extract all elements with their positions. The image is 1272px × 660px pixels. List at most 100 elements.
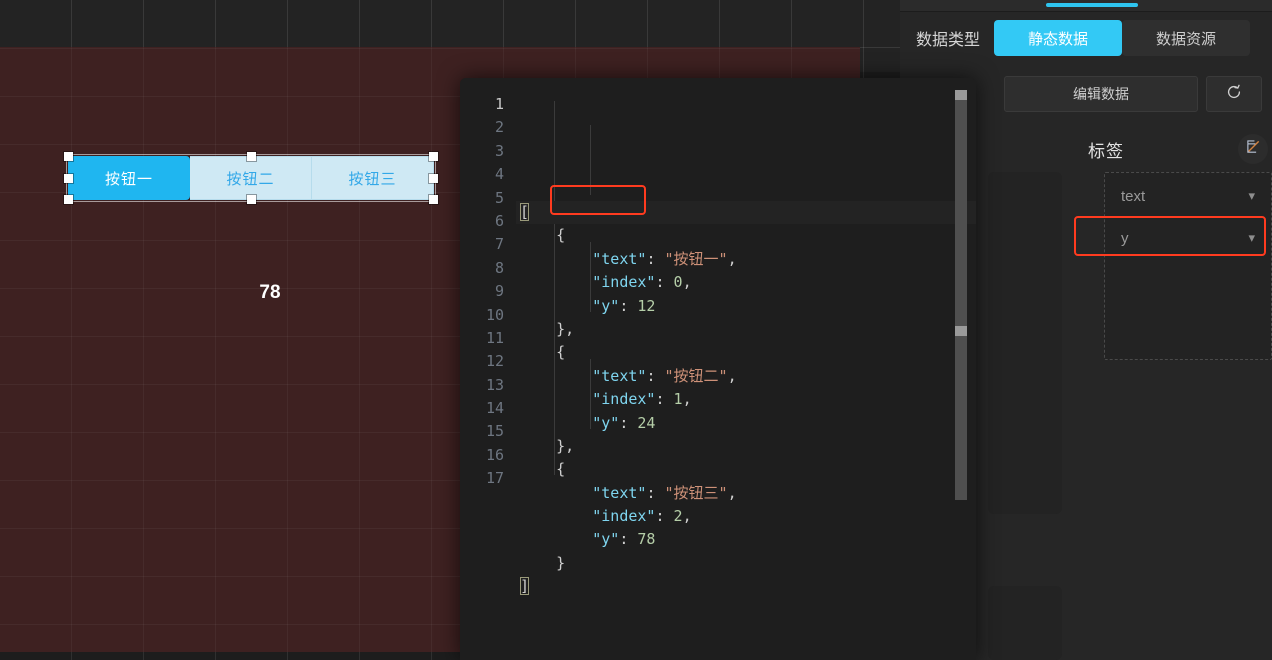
code-token: "按钮三" [664, 483, 728, 502]
button-group-selection[interactable]: 按钮一 按钮二 按钮三 [64, 152, 438, 204]
line-number: 7 [494, 235, 504, 254]
code-line[interactable]: ] [516, 575, 976, 598]
json-code-editor-modal[interactable]: 1 2 3 4 5 6 7 8 9 10 11 12 13 14 15 16 17 [ { "text": "按… [460, 78, 976, 660]
code-token: "y" [592, 413, 620, 432]
segment-button-2[interactable]: 按钮二 [190, 156, 312, 200]
chevron-down-icon: ▾ [1248, 188, 1255, 203]
panel-card-upper [988, 172, 1062, 514]
scroll-marker [955, 326, 967, 336]
code-token: "y" [592, 530, 620, 549]
code-token: "index" [592, 390, 656, 409]
panel-card-lower [988, 586, 1062, 660]
edit-data-button[interactable]: 编辑数据 [1004, 76, 1198, 112]
chevron-down-icon: ▾ [1248, 230, 1255, 245]
code-line[interactable]: "index": 0, [516, 271, 976, 294]
label-section-title: 标签 [1088, 141, 1124, 161]
editor-code-area[interactable]: [ { "text": "按钮一", "index": 0, "y": 12 }… [516, 78, 976, 660]
resize-handle-top-right[interactable] [429, 152, 438, 161]
code-line[interactable]: { [516, 224, 976, 247]
code-token: , [682, 273, 692, 292]
line-number: 13 [485, 375, 504, 394]
resize-handle-bottom-right[interactable] [429, 195, 438, 204]
field-select-y[interactable]: y ▾ [1109, 219, 1267, 257]
code-line[interactable]: "text": "按钮二", [516, 365, 976, 388]
refresh-button[interactable] [1206, 76, 1262, 112]
resize-handle-middle-left[interactable] [64, 174, 73, 183]
refresh-icon [1225, 83, 1243, 106]
code-token: : [646, 249, 665, 268]
edit-pencil-icon [1246, 139, 1261, 159]
code-token: "按钮二" [664, 366, 728, 385]
code-line[interactable]: "y": 24 [516, 412, 976, 435]
code-line[interactable]: } [516, 552, 976, 575]
code-token: : [646, 483, 665, 502]
line-number: 3 [494, 141, 504, 160]
code-token: : [655, 390, 674, 409]
resize-handle-middle-right[interactable] [429, 174, 438, 183]
line-number: 6 [494, 211, 504, 230]
line-number: 2 [494, 118, 504, 137]
code-token: , [727, 249, 737, 268]
label-field-section: 标签 text ▾ y ▾ [1074, 130, 1272, 362]
code-token: }, [520, 319, 575, 338]
code-token: : [619, 296, 638, 315]
editor-scrollbar-thumb[interactable] [955, 90, 967, 500]
code-line[interactable]: "y": 78 [516, 528, 976, 551]
resize-handle-bottom-left[interactable] [64, 195, 73, 204]
code-token: 2 [673, 507, 683, 526]
code-line[interactable]: [ [516, 201, 976, 225]
code-line[interactable]: "y": 12 [516, 295, 976, 318]
panel-tabbar [900, 0, 1272, 12]
data-type-label: 数据类型 [916, 32, 981, 49]
line-number: 10 [485, 305, 504, 324]
resize-handle-top-left[interactable] [64, 152, 73, 161]
line-number: 1 [494, 95, 504, 113]
code-token: "按钮一" [664, 249, 728, 268]
code-token: , [727, 483, 737, 502]
tab-static-data[interactable]: 静态数据 [994, 20, 1123, 56]
code-token: }, [520, 436, 575, 455]
code-token: , [682, 507, 692, 526]
code-line[interactable]: { [516, 341, 976, 364]
segment-button-3[interactable]: 按钮三 [312, 156, 434, 200]
code-token: [ [520, 203, 530, 221]
label-section-header: 标签 [1086, 130, 1272, 168]
code-line[interactable]: "index": 1, [516, 388, 976, 411]
editor-line-number-gutter: 1 2 3 4 5 6 7 8 9 10 11 12 13 14 15 16 17 [460, 78, 516, 660]
field-select-text[interactable]: text ▾ [1109, 177, 1267, 215]
code-line[interactable]: "index": 2, [516, 505, 976, 528]
field-select-y-value: y [1121, 229, 1129, 247]
edit-fields-button[interactable] [1238, 134, 1268, 164]
segment-button-1[interactable]: 按钮一 [68, 156, 190, 200]
code-line[interactable]: "text": "按钮一", [516, 248, 976, 271]
code-token: } [520, 553, 566, 572]
segmented-button-group[interactable]: 按钮一 按钮二 按钮三 [64, 152, 438, 204]
code-line[interactable]: }, [516, 435, 976, 458]
tab-data-resource[interactable]: 数据资源 [1122, 20, 1251, 56]
code-token: 78 [637, 530, 656, 549]
data-type-pill-group[interactable]: 静态数据 数据资源 [994, 20, 1251, 56]
code-token: : [619, 530, 638, 549]
code-token: "y" [592, 296, 620, 315]
code-line[interactable]: { [516, 458, 976, 481]
line-number: 17 [485, 469, 504, 488]
resize-handle-top-middle[interactable] [247, 152, 256, 161]
line-number: 16 [485, 445, 504, 464]
code-line[interactable]: "text": "按钮三", [516, 482, 976, 505]
active-tab-indicator [1046, 3, 1138, 7]
code-token: , [682, 390, 692, 409]
code-token: "text" [592, 483, 647, 502]
code-token: "index" [592, 273, 656, 292]
code-token: { [520, 460, 566, 479]
label-field-dropzone[interactable]: text ▾ y ▾ [1104, 172, 1272, 360]
line-number: 8 [494, 258, 504, 277]
line-number: 12 [485, 352, 504, 371]
code-line[interactable]: }, [516, 318, 976, 341]
resize-handle-bottom-middle[interactable] [247, 195, 256, 204]
